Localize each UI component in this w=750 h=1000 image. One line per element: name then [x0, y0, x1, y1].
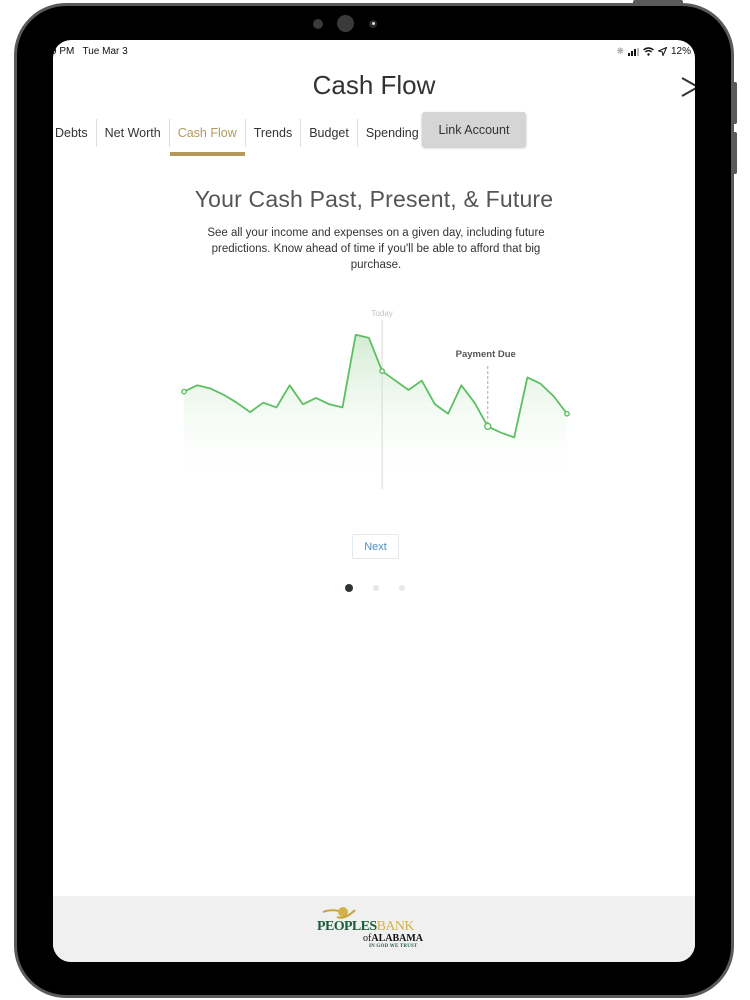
status-time: 9 PM Tue Mar 3	[53, 46, 128, 57]
data-point-marker	[564, 410, 570, 417]
logo-motto: IN GOD WE TRUST	[369, 944, 418, 949]
loading-icon: ❋	[616, 46, 624, 56]
page-dot-2[interactable]	[373, 585, 379, 591]
logo-emblem-icon	[322, 907, 356, 919]
link-account-button[interactable]: Link Account	[422, 112, 526, 147]
cellular-signal-icon	[627, 47, 639, 56]
page-dot-1[interactable]	[345, 584, 353, 592]
tab-debts[interactable]: Debts	[53, 119, 97, 147]
onboarding-description: See all your income and expenses on a gi…	[207, 227, 545, 271]
cash-flow-chart: Today Payment Due	[181, 309, 570, 489]
tab-spending[interactable]: Spending	[358, 119, 427, 147]
data-point-marker	[484, 422, 492, 431]
peoples-bank-logo: PEOPLESBANK ofALABAMA IN GOD WE TRUST	[317, 906, 441, 952]
tab-net-worth[interactable]: Net Worth	[97, 119, 170, 147]
sensor-dot	[313, 19, 323, 29]
status-bar: 9 PM Tue Mar 3 ❋ 12%	[53, 46, 695, 60]
page-dot-3[interactable]	[399, 585, 405, 591]
app-screen: 9 PM Tue Mar 3 ❋ 12% Cash Flow Debts Net…	[53, 40, 695, 962]
tab-trends[interactable]: Trends	[246, 119, 302, 147]
next-button[interactable]: Next	[352, 534, 399, 559]
wifi-icon	[643, 47, 654, 56]
tab-cash-flow[interactable]: Cash Flow	[169, 119, 246, 156]
footer: PEOPLESBANK ofALABAMA IN GOD WE TRUST	[53, 896, 695, 962]
data-point-marker	[379, 368, 386, 374]
camera-lens	[369, 20, 377, 28]
payment-due-label: Payment Due	[456, 349, 516, 360]
close-icon[interactable]	[679, 76, 695, 98]
front-camera	[337, 15, 354, 32]
data-point-marker	[181, 388, 187, 395]
logo-state: ofALABAMA	[363, 933, 424, 944]
location-icon	[657, 47, 667, 56]
status-icons: ❋ 12%	[616, 46, 691, 57]
tab-budget[interactable]: Budget	[301, 119, 358, 147]
today-label: Today	[371, 309, 392, 318]
battery-percentage: 12%	[670, 46, 691, 57]
page-title: Cash Flow	[312, 70, 436, 100]
section-tabs: Debts Net Worth Cash Flow Trends Budget …	[53, 115, 427, 156]
page-indicator	[345, 584, 405, 592]
onboarding-title: Your Cash Past, Present, & Future	[194, 186, 554, 212]
